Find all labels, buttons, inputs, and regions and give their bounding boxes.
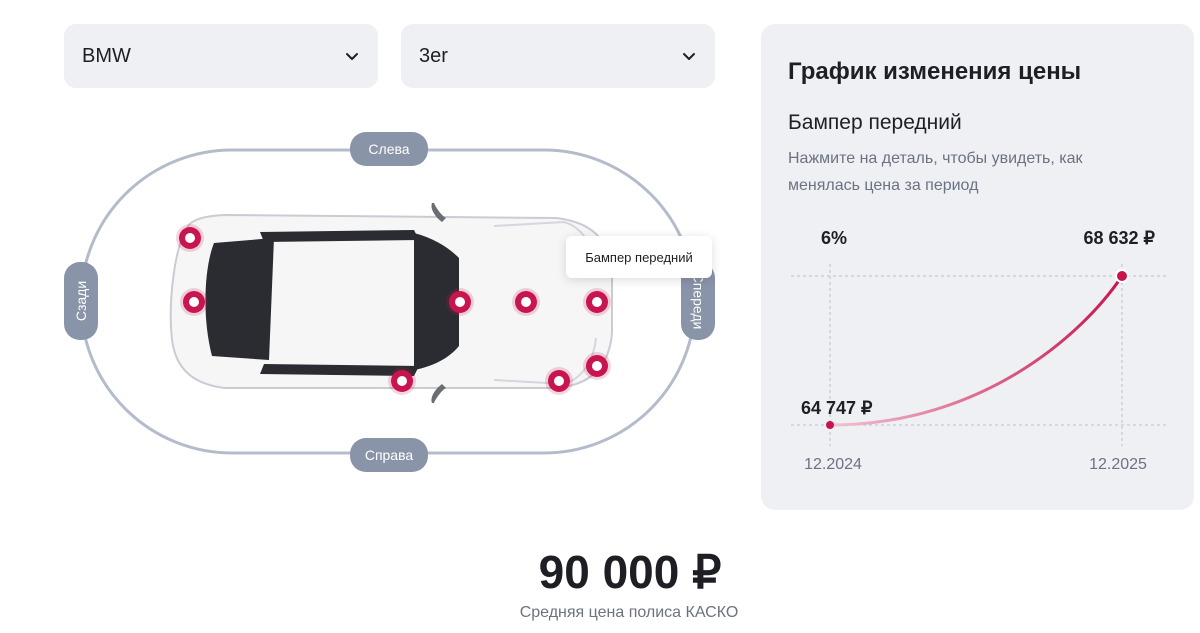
value-label-end: 68 632 ₽ xyxy=(1083,228,1155,248)
average-price: 90 000 ₽ xyxy=(538,546,722,598)
side-right-pill[interactable]: Справа xyxy=(350,438,428,472)
chevron-down-icon xyxy=(346,53,358,60)
average-price-caption: Средняя цена полиса КАСКО xyxy=(519,604,739,621)
car-illustration xyxy=(79,148,697,455)
car-viewer: Слева Справа Сзади Спереди Бампер передн… xyxy=(64,118,715,478)
price-history-panel: График изменения цены Бампер передний На… xyxy=(761,24,1194,510)
model-select-value: 3er xyxy=(419,44,448,67)
page: BMW 3er Слева Справа Сзади Спереди Бампе… xyxy=(0,0,1200,633)
hotspot-right-headlight[interactable] xyxy=(586,355,608,377)
hotspot-front-bumper[interactable] xyxy=(586,291,608,313)
side-left-label: Слева xyxy=(368,141,410,157)
model-select[interactable]: 3er xyxy=(401,24,715,88)
selected-part-name: Бампер передний xyxy=(788,111,962,134)
chevron-down-icon xyxy=(683,53,695,60)
change-percent-label: 6% xyxy=(821,228,847,248)
side-back-label: Сзади xyxy=(73,280,89,322)
brand-select[interactable]: BMW xyxy=(64,24,378,88)
panel-hint: Нажмите на деталь, чтобы увидеть, как ме… xyxy=(788,150,1083,194)
data-point-end xyxy=(1115,269,1129,283)
hotspot-roof[interactable] xyxy=(449,291,471,313)
part-tooltip: Бампер передний xyxy=(566,236,712,278)
hotspot-hood[interactable] xyxy=(515,291,537,313)
car-body xyxy=(169,203,613,403)
x-tick-end: 12.2025 xyxy=(1089,456,1147,473)
hotspot-rear-bumper[interactable] xyxy=(183,291,205,313)
data-point-start xyxy=(826,421,834,429)
hotspot-right-door[interactable] xyxy=(391,370,413,392)
price-chart: 6% 68 632 ₽ 64 747 ₽ 12.2024 12.2025 xyxy=(791,228,1166,473)
hotspot-right-front-fender[interactable] xyxy=(548,370,570,392)
x-tick-start: 12.2024 xyxy=(804,456,862,473)
side-right-label: Справа xyxy=(364,447,414,463)
side-left-pill[interactable]: Слева xyxy=(350,132,428,166)
side-front-label: Спереди xyxy=(690,272,707,330)
side-back-pill[interactable]: Сзади xyxy=(64,262,98,340)
panel-title: График изменения цены xyxy=(788,58,1082,85)
hotspot-rear-left[interactable] xyxy=(179,227,201,249)
value-label-start: 64 747 ₽ xyxy=(801,398,873,418)
part-tooltip-label: Бампер передний xyxy=(585,249,693,265)
price-series-line xyxy=(828,274,1124,427)
brand-select-value: BMW xyxy=(82,44,131,67)
